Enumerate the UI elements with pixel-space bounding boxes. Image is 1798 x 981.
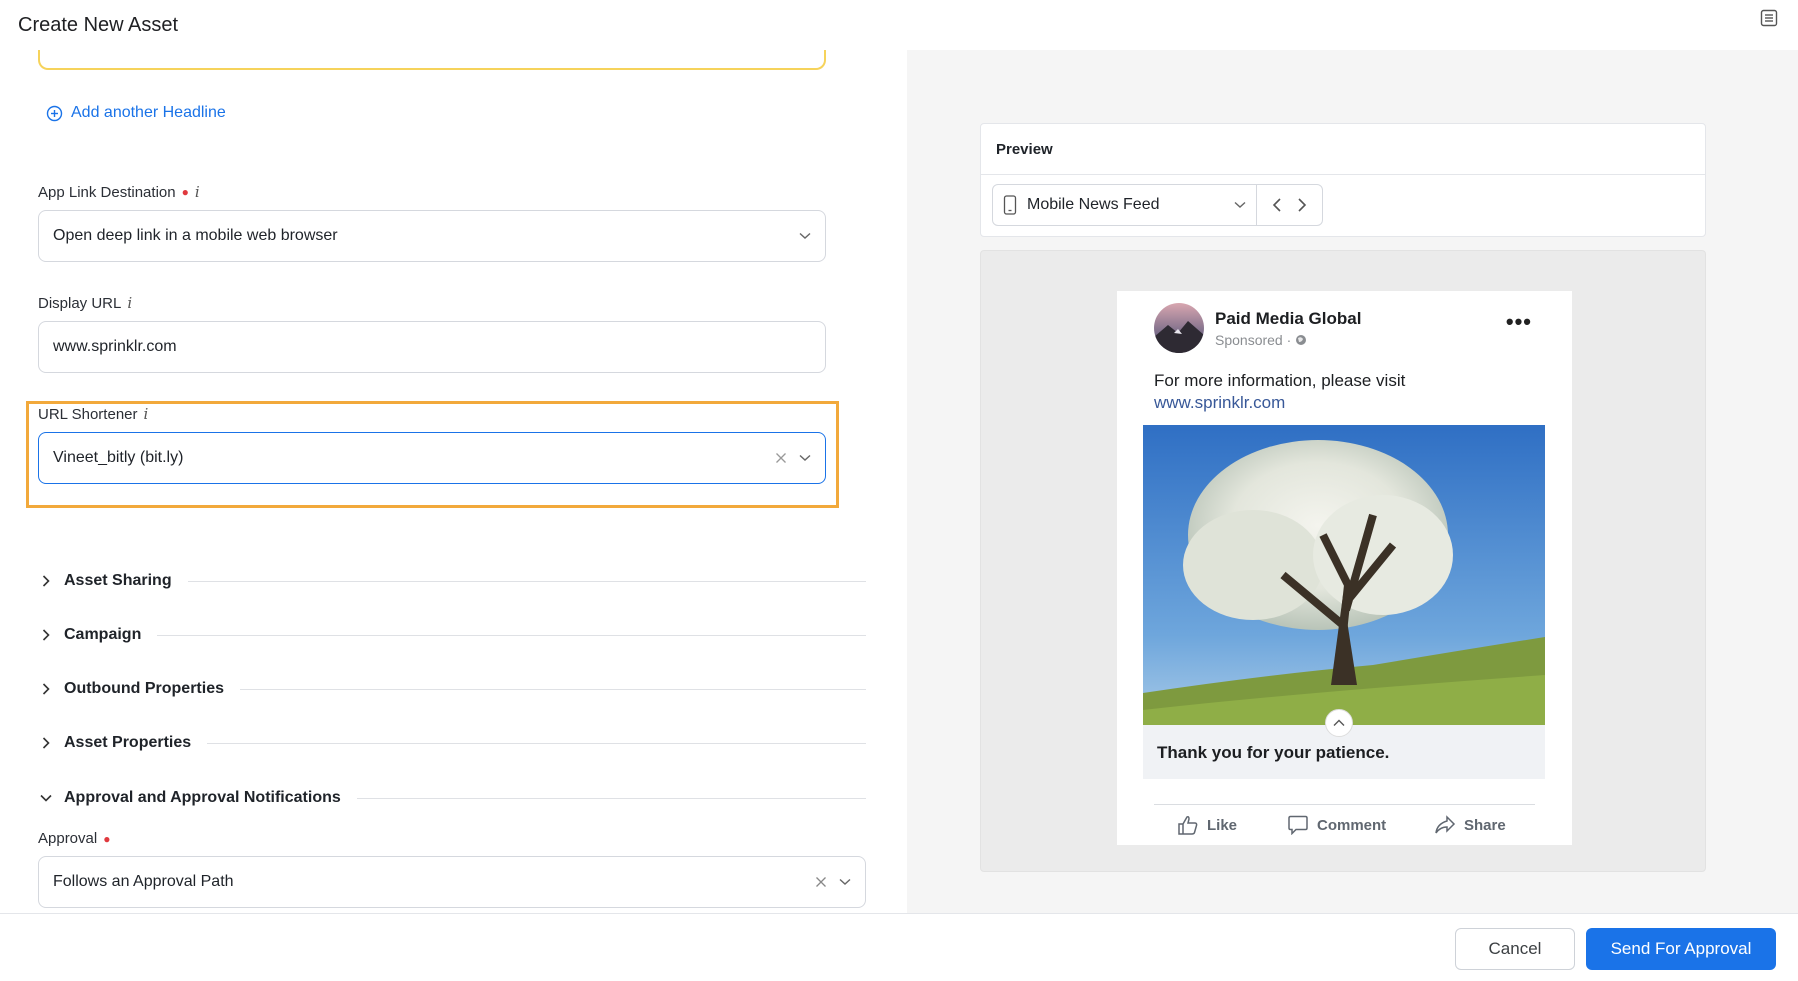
preview-panel: Preview Mobile News Feed Paid Media Glob…	[907, 50, 1798, 913]
info-icon[interactable]: i	[195, 183, 200, 201]
required-indicator: ●	[181, 185, 189, 199]
page-name: Paid Media Global	[1215, 309, 1362, 328]
display-url-label: Display URL i	[38, 294, 133, 312]
section-approval-notifications[interactable]: Approval and Approval Notifications	[38, 786, 866, 810]
post-body-link[interactable]: www.sprinklr.com	[1154, 393, 1285, 413]
display-url-input[interactable]: www.sprinklr.com	[38, 321, 826, 373]
chevron-left-icon[interactable]	[1272, 197, 1282, 213]
chevron-up-icon	[1333, 719, 1345, 726]
app-link-destination-select[interactable]: Open deep link in a mobile web browser	[38, 210, 826, 262]
post-body-text: For more information, please visit	[1154, 371, 1406, 390]
mobile-icon	[1003, 195, 1017, 215]
url-shortener-select[interactable]: Vineet_bitly (bit.ly)	[38, 432, 826, 484]
preview-canvas: Paid Media Global Sponsored · ••• For mo…	[980, 250, 1706, 872]
section-outbound-properties[interactable]: Outbound Properties	[38, 677, 866, 701]
app-link-destination-label: App Link Destination ● i	[38, 183, 200, 201]
chevron-down-icon	[799, 454, 811, 461]
asset-form: Add another Headline App Link Destinatio…	[0, 50, 907, 913]
creative-image	[1143, 425, 1545, 725]
more-options-icon[interactable]: •••	[1506, 309, 1532, 335]
comment-icon	[1288, 815, 1308, 835]
chevron-right-icon	[42, 737, 50, 749]
send-for-approval-button[interactable]: Send For Approval	[1586, 928, 1776, 970]
section-asset-sharing[interactable]: Asset Sharing	[38, 569, 866, 593]
chevron-right-icon	[42, 575, 50, 587]
chevron-right-icon[interactable]	[1297, 197, 1307, 213]
header: Create New Asset	[0, 0, 1798, 51]
divider	[207, 742, 866, 744]
chevron-down-icon	[40, 794, 52, 802]
sponsored-label: Sponsored ·	[1215, 332, 1307, 348]
page-title: Create New Asset	[18, 14, 179, 36]
info-icon[interactable]: i	[127, 294, 132, 312]
collapse-button[interactable]	[1325, 709, 1353, 737]
divider	[157, 634, 866, 636]
comment-action[interactable]: Comment	[1287, 815, 1386, 835]
list-icon[interactable]	[1760, 9, 1778, 27]
approval-label: Approval ●	[38, 830, 111, 847]
required-indicator: ●	[103, 831, 111, 846]
like-action[interactable]: Like	[1177, 815, 1237, 835]
plus-circle-icon	[46, 105, 63, 121]
preview-header-card: Preview Mobile News Feed	[980, 123, 1706, 237]
chevron-down-icon	[799, 232, 811, 239]
divider	[240, 688, 866, 690]
info-icon[interactable]: i	[144, 405, 149, 423]
footer: Cancel Send For Approval	[0, 913, 1798, 981]
divider	[356, 797, 866, 799]
add-headline-label: Add another Headline	[71, 104, 226, 121]
share-action[interactable]: Share	[1434, 815, 1506, 835]
post-caption: Thank you for your patience.	[1157, 743, 1390, 762]
placement-value: Mobile News Feed	[1027, 196, 1160, 213]
section-asset-properties[interactable]: Asset Properties	[38, 731, 866, 755]
divider	[187, 580, 866, 582]
chevron-down-icon	[1234, 201, 1246, 208]
headline-input-partial[interactable]	[38, 50, 826, 70]
chevron-right-icon	[42, 629, 50, 641]
clear-icon[interactable]	[775, 452, 787, 464]
add-headline-button[interactable]: Add another Headline	[46, 104, 226, 122]
clear-icon[interactable]	[815, 876, 827, 888]
facebook-post-preview: Paid Media Global Sponsored · ••• For mo…	[1117, 291, 1572, 845]
chevron-down-icon	[839, 878, 851, 885]
globe-icon	[1296, 335, 1307, 345]
thumbs-up-icon	[1178, 816, 1198, 835]
cancel-button[interactable]: Cancel	[1455, 928, 1575, 970]
placement-nav	[1256, 184, 1323, 226]
preview-title: Preview	[996, 141, 1053, 158]
page-avatar	[1154, 303, 1204, 353]
url-shortener-label: URL Shortener i	[38, 405, 149, 423]
approval-select[interactable]: Follows an Approval Path	[38, 856, 866, 908]
chevron-right-icon	[42, 683, 50, 695]
placement-select[interactable]: Mobile News Feed	[992, 184, 1257, 226]
share-icon	[1435, 815, 1456, 834]
section-campaign[interactable]: Campaign	[38, 623, 866, 647]
